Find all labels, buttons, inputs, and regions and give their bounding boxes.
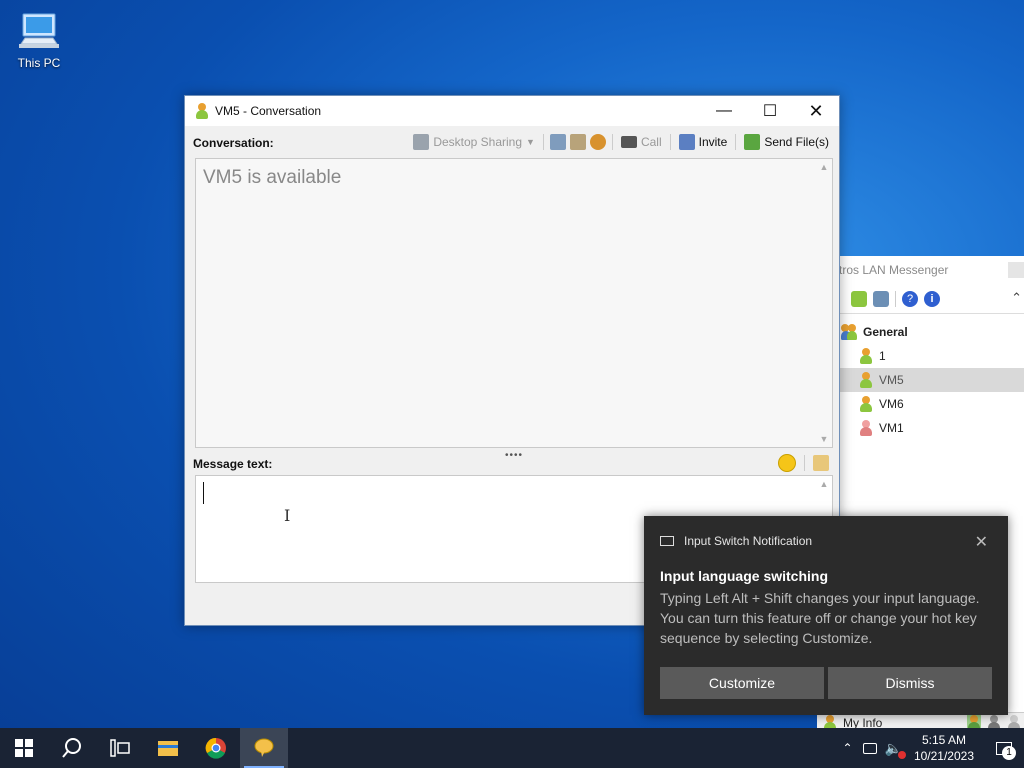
user-icon [859, 396, 873, 412]
windows-icon [15, 739, 33, 757]
contact-name: VM1 [879, 421, 904, 435]
history-icon[interactable] [549, 134, 566, 150]
contact-tree: General 1 VM5 VM6 VM1 [839, 314, 1024, 440]
close-button[interactable]: ✕ [793, 96, 839, 126]
chevron-up-icon[interactable]: ⌃ [1011, 290, 1022, 306]
desktop-sharing-icon [413, 134, 430, 150]
tree-group-general[interactable]: General [839, 320, 1024, 344]
messenger-close-button[interactable] [1008, 262, 1024, 278]
clock-time: 5:15 AM [921, 733, 966, 747]
conversation-tools: Desktop Sharing ▼ Call Invite Send File(… [411, 132, 831, 152]
folder-icon [158, 741, 178, 756]
search-icon [62, 738, 81, 758]
toast-body: Typing Left Alt + Shift changes your inp… [660, 590, 980, 646]
taskbar: ⌃ 🔈 5:15 AM 10/21/2023 1 [0, 728, 1024, 768]
contact-item[interactable]: 1 [839, 344, 1024, 368]
customize-button[interactable]: Customize [660, 667, 824, 699]
clock-date: 10/21/2023 [913, 749, 974, 763]
keyboard-icon [660, 536, 674, 546]
chevron-down-icon[interactable]: ▼ [526, 137, 535, 147]
invite-icon [678, 134, 695, 150]
invite-label: Invite [698, 135, 728, 149]
desktop-sharing-label: Desktop Sharing [433, 135, 523, 149]
task-view-button[interactable] [96, 728, 144, 768]
input-switch-notification: Input Switch Notification ✕ Input langua… [644, 516, 1008, 715]
chrome-button[interactable] [192, 728, 240, 768]
chevron-up-icon[interactable]: ⌃ [842, 741, 852, 755]
desktop-icon-label: This PC [17, 56, 61, 70]
settings-icon[interactable] [589, 134, 606, 150]
invite-button[interactable]: Invite [677, 132, 730, 152]
messenger-icon [254, 738, 274, 757]
folder-icon[interactable] [851, 290, 867, 307]
send-file-icon [744, 134, 761, 150]
search-button[interactable] [48, 728, 96, 768]
conversation-titlebar: VM5 - Conversation — ☐ ✕ [185, 96, 839, 126]
send-files-label: Send File(s) [764, 135, 829, 149]
toast-close-button[interactable]: ✕ [975, 532, 988, 552]
message-tools [778, 454, 829, 472]
conversation-label: Conversation: [193, 136, 274, 150]
info-icon[interactable]: i [924, 290, 940, 307]
text-caret [203, 482, 204, 504]
messenger-toolbar: ? i ⌃ [839, 284, 1024, 314]
user-icon [859, 372, 873, 388]
conversation-history[interactable]: VM5 is available ▲ ▼ [195, 158, 833, 448]
desktop-sharing-button[interactable]: Desktop Sharing ▼ [411, 132, 537, 152]
start-button[interactable] [0, 728, 48, 768]
emoticon-icon[interactable] [778, 454, 796, 472]
network-icon[interactable] [862, 742, 877, 754]
notification-badge: 1 [1002, 746, 1016, 760]
scroll-up-icon[interactable]: ▲ [816, 476, 832, 492]
toast-header-label: Input Switch Notification [684, 534, 813, 548]
contact-name: VM6 [879, 397, 904, 411]
dismiss-button[interactable]: Dismiss [828, 667, 992, 699]
contact-name: 1 [879, 349, 886, 363]
scroll-down-icon[interactable]: ▼ [816, 431, 832, 447]
volume-muted-icon[interactable]: 🔈 [885, 740, 906, 759]
call-button[interactable]: Call [619, 132, 664, 152]
contact-name: VM5 [879, 373, 904, 387]
notification-center-button[interactable]: 1 [984, 728, 1024, 768]
user-icon [195, 103, 209, 119]
contact-item[interactable]: VM6 [839, 392, 1024, 416]
chrome-icon [205, 737, 226, 759]
send-files-button[interactable]: Send File(s) [742, 132, 831, 152]
desktop: This PC tros LAN Messenger ? i ⌃ General… [0, 0, 1024, 768]
splitter-handle[interactable]: •••• [505, 450, 523, 461]
group-icon [841, 324, 857, 340]
video-camera-icon [620, 136, 637, 148]
transfers-icon[interactable] [569, 134, 586, 150]
desktop-icon-this-pc[interactable]: This PC [12, 10, 66, 70]
messenger-title: tros LAN Messenger [839, 263, 949, 277]
contact-item[interactable]: VM5 [839, 368, 1024, 392]
user-icon [859, 420, 873, 436]
help-icon[interactable]: ? [902, 290, 918, 307]
scroll-up-icon[interactable]: ▲ [816, 159, 832, 175]
maximize-button[interactable]: ☐ [747, 96, 793, 126]
clock[interactable]: 5:15 AM 10/21/2023 [914, 732, 974, 764]
conversation-toolbar: Conversation: Desktop Sharing ▼ Call Inv… [185, 130, 839, 154]
messenger-titlebar: tros LAN Messenger [839, 256, 1024, 284]
toast-header: Input Switch Notification [660, 534, 812, 548]
toast-title: Input language switching [660, 568, 828, 584]
lan-messenger-button[interactable] [240, 728, 288, 768]
task-view-icon [110, 739, 130, 757]
window-title: VM5 - Conversation [215, 104, 322, 118]
system-tray: ⌃ 🔈 5:15 AM 10/21/2023 1 [842, 728, 1024, 768]
message-text-label: Message text: [193, 457, 273, 471]
computer-icon [17, 10, 61, 54]
ibeam-cursor-icon: I [284, 506, 291, 525]
history-icon[interactable] [873, 290, 889, 307]
minimize-button[interactable]: — [701, 96, 747, 126]
font-icon[interactable] [813, 455, 829, 471]
user-icon [859, 348, 873, 364]
file-explorer-button[interactable] [144, 728, 192, 768]
history-scrollbar[interactable]: ▲ ▼ [816, 159, 832, 447]
group-label: General [863, 325, 908, 339]
contact-item[interactable]: VM1 [839, 416, 1024, 440]
call-label: Call [640, 135, 662, 149]
availability-text: VM5 is available [203, 167, 342, 188]
